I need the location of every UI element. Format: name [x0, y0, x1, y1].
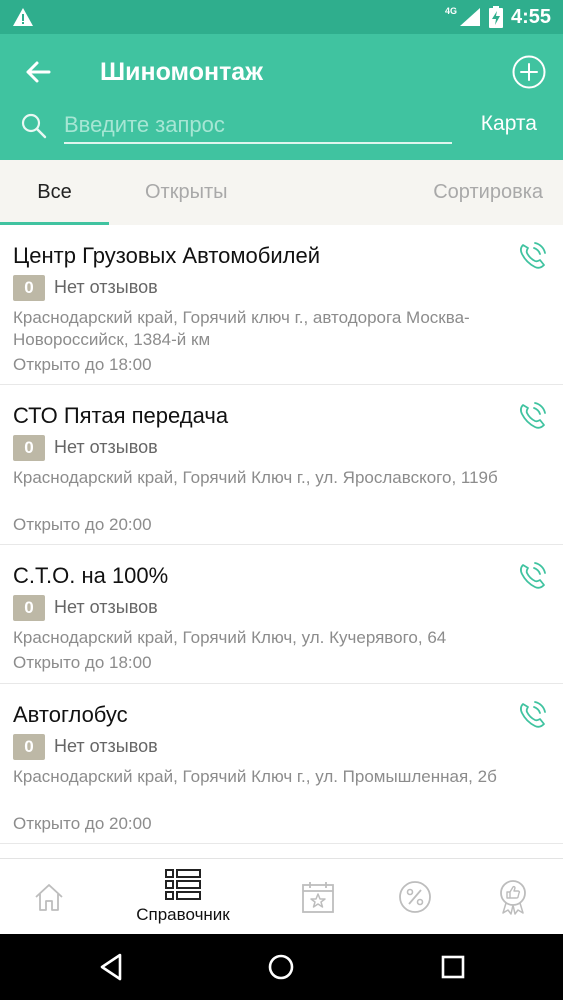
back-button[interactable]	[18, 52, 58, 92]
tab-all[interactable]: Все	[0, 160, 109, 225]
rating-badge: 0	[13, 275, 45, 301]
clock: 4:55	[510, 5, 551, 28]
network-type: 4G	[444, 6, 457, 16]
phone-call-icon[interactable]	[515, 399, 549, 433]
item-name: Автоглобус	[13, 702, 128, 727]
nav-events[interactable]	[298, 859, 338, 935]
calendar-star-icon	[302, 882, 334, 913]
tab-sort[interactable]: Сортировка	[433, 160, 543, 225]
status-bar: 4G 4:55	[0, 0, 563, 34]
item-name: Центр Грузовых Автомобилей	[13, 243, 320, 268]
reviews-label: Нет отзывов	[54, 736, 158, 756]
phone-call-icon[interactable]	[515, 698, 549, 732]
battery-icon	[488, 6, 503, 28]
nav-directory[interactable]: Справочник	[118, 859, 248, 935]
signal-icon	[459, 8, 480, 26]
item-hours: Открыто до 20:00	[13, 814, 152, 833]
nav-directory-label: Справочник	[136, 905, 230, 924]
warning-icon	[13, 8, 33, 26]
search-icon	[21, 113, 47, 139]
award-thumbs-up-icon	[500, 880, 526, 915]
list-item[interactable]: СТО Пятая передача 0 Нет отзывов Краснод…	[0, 385, 563, 545]
recents-square-icon[interactable]	[437, 951, 469, 983]
nav-discounts[interactable]	[395, 859, 435, 935]
nav-rating[interactable]	[493, 859, 533, 935]
reviews-label: Нет отзывов	[54, 597, 158, 617]
rating-badge: 0	[13, 435, 45, 461]
item-hours: Открыто до 20:00	[13, 515, 152, 534]
phone-call-icon[interactable]	[515, 239, 549, 273]
list-item[interactable]: С.Т.О. на 100% 0 Нет отзывов Краснодарск…	[0, 545, 563, 684]
add-button[interactable]	[511, 54, 547, 90]
system-nav-bar	[0, 934, 563, 1000]
phone-call-icon[interactable]	[515, 559, 549, 593]
reviews-label: Нет отзывов	[54, 277, 158, 297]
item-address: Краснодарский край, Горячий Ключ г., ул.…	[13, 468, 498, 487]
nav-home[interactable]	[26, 859, 72, 935]
list-icon	[165, 869, 201, 900]
arrow-left-icon	[26, 61, 51, 83]
search-input[interactable]	[64, 110, 452, 144]
page-title: Шиномонтаж	[100, 58, 263, 86]
list-item[interactable]: Центр Грузовых Автомобилей 0 Нет отзывов…	[0, 225, 563, 385]
item-address: Краснодарский край, Горячий ключ г., авт…	[13, 308, 470, 349]
percent-icon	[399, 881, 431, 913]
reviews-label: Нет отзывов	[54, 437, 158, 457]
list-item[interactable]: Автоглобус 0 Нет отзывов Краснодарский к…	[0, 684, 563, 844]
home-icon	[35, 884, 63, 911]
app-bar: Шиномонтаж Карта	[0, 34, 563, 160]
item-name: С.Т.О. на 100%	[13, 563, 169, 588]
item-address: Краснодарский край, Горячий Ключ г., ул.…	[13, 767, 497, 786]
business-list: Центр Грузовых Автомобилей 0 Нет отзывов…	[0, 225, 563, 858]
map-button[interactable]: Карта	[481, 112, 537, 136]
rating-badge: 0	[13, 595, 45, 621]
filter-tabs: Все Открыты Сортировка	[0, 160, 563, 225]
item-hours: Открыто до 18:00	[13, 355, 152, 374]
rating-badge: 0	[13, 734, 45, 760]
item-address: Краснодарский край, Горячий Ключ, ул. Ку…	[13, 628, 447, 647]
item-name: СТО Пятая передача	[13, 403, 229, 428]
home-circle-icon[interactable]	[265, 951, 297, 983]
tab-open[interactable]: Открыты	[145, 160, 228, 225]
item-hours: Открыто до 18:00	[13, 653, 152, 672]
bottom-nav: Справочник	[0, 858, 563, 934]
back-triangle-icon[interactable]	[96, 951, 128, 983]
